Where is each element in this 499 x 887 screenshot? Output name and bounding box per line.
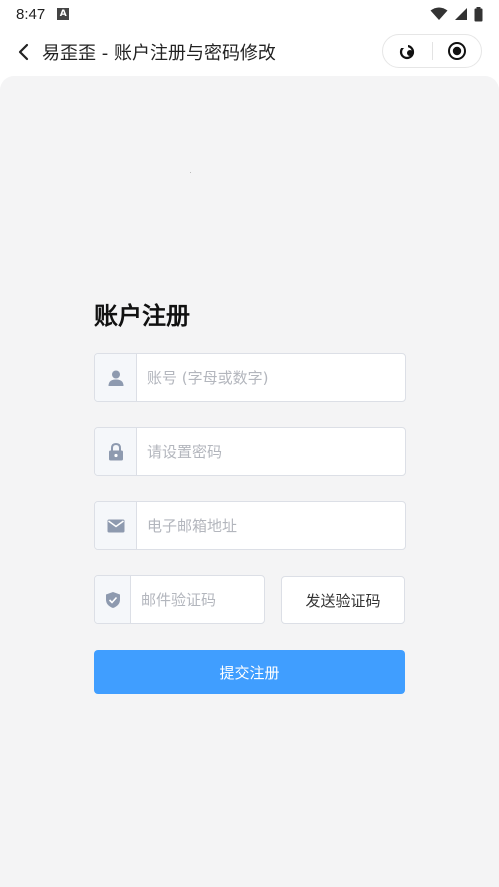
close-target-icon [447, 42, 466, 60]
mini-program-capsule [382, 34, 482, 68]
lock-icon [108, 442, 123, 460]
email-input[interactable] [137, 502, 405, 549]
account-field [94, 353, 406, 402]
signal-icon [455, 8, 467, 20]
send-code-button[interactable]: 发送验证码 [281, 576, 405, 624]
nav-bar: 易歪歪 - 账户注册与密码修改 [0, 28, 499, 76]
status-bar: 8:47 A [0, 0, 499, 28]
shield-check-icon [105, 591, 120, 608]
verification-code-input[interactable] [131, 576, 264, 623]
password-input[interactable] [137, 428, 405, 475]
status-time: 8:47 [16, 5, 46, 23]
more-icon [399, 43, 415, 60]
mail-icon [107, 519, 124, 532]
form-title: 账户注册 [94, 302, 190, 330]
back-arrow-icon[interactable] [12, 40, 36, 64]
password-field [94, 427, 406, 476]
page-title: 易歪歪 - 账户注册与密码修改 [42, 43, 276, 64]
more-button[interactable] [383, 34, 432, 68]
email-field [94, 501, 406, 550]
password-prefix [95, 428, 137, 475]
code-prefix [95, 576, 131, 623]
account-prefix [95, 354, 137, 401]
user-icon [108, 370, 123, 386]
notification-icon: A [57, 8, 70, 20]
status-indicators [430, 6, 483, 22]
wifi-icon [430, 7, 448, 20]
close-button[interactable] [432, 34, 481, 68]
email-prefix [95, 502, 137, 549]
decorative-dot [190, 172, 191, 173]
page-container: 账户注册 账号 (字母或数字) 电子邮箱地址 邮件验证码 发送验证码 提交注册 [0, 76, 499, 887]
account-input[interactable] [137, 354, 405, 401]
verification-code-field [94, 575, 265, 624]
submit-register-button[interactable]: 提交注册 [94, 650, 405, 694]
battery-icon [474, 6, 483, 21]
